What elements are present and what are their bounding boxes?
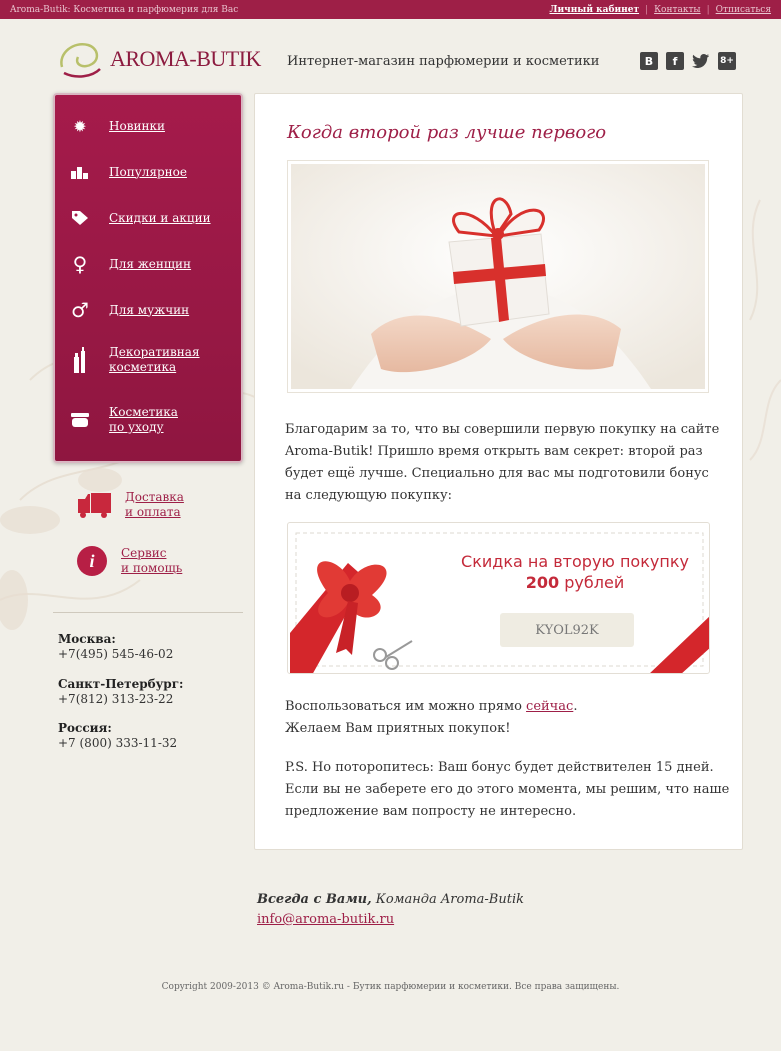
- use-now-link[interactable]: сейчас: [526, 699, 573, 714]
- hero-image: [287, 160, 709, 393]
- popular-icon: [69, 161, 91, 183]
- sidebar-item-label: Популярное: [109, 164, 187, 179]
- sidebar-item-decorative[interactable]: Декоративная косметика: [55, 345, 241, 375]
- unsubscribe-link[interactable]: Отписаться: [716, 5, 771, 15]
- wish-text: Желаем Вам приятных покупок!: [285, 721, 511, 736]
- phone-number: +7 (800) 333-11-32: [58, 736, 178, 750]
- sidebar-item-women[interactable]: ♀ Для женщин: [55, 252, 241, 276]
- phone-number: +7(812) 313-23-22: [58, 692, 174, 706]
- contacts-link[interactable]: Контакты: [654, 5, 701, 15]
- separator: |: [645, 4, 649, 15]
- gift-hands-image: [291, 164, 705, 389]
- email-link[interactable]: info@aroma-butik.ru: [257, 912, 394, 927]
- coupon-code[interactable]: KYOL92K: [500, 613, 634, 647]
- contact-moscow: Москва: +7(495) 545-46-02: [58, 632, 173, 662]
- top-tagline: Aroma-Butik: Косметика и парфюмерия для …: [10, 4, 239, 15]
- sidebar-item-care[interactable]: Косметика по уходу: [55, 405, 241, 435]
- city-label: Санкт-Петербург:: [58, 677, 184, 691]
- contact-russia: Россия: +7 (800) 333-11-32: [58, 721, 177, 751]
- top-bar: Aroma-Butik: Косметика и парфюмерия для …: [0, 0, 781, 19]
- page-title: Когда второй раз лучше первого: [287, 122, 607, 143]
- header-tagline: Интернет-магазин парфюмерии и косметики: [287, 54, 600, 69]
- content-card: Когда второй раз лучше первого Благодари…: [254, 93, 743, 850]
- sidebar-item-popular[interactable]: Популярное: [55, 161, 241, 183]
- facebook-icon[interactable]: f: [666, 52, 684, 70]
- cosmetics-icon: [69, 347, 91, 373]
- sidebar-item-label: Новинки: [109, 118, 165, 133]
- sidebar-menu: ✹ Новинки Популярное Скидки и акции ♀ Дл…: [53, 93, 243, 463]
- social-links: B f 8+: [640, 52, 736, 70]
- city-label: Москва:: [58, 632, 116, 646]
- service-label: Сервис и помощь: [121, 546, 183, 575]
- delivery-label: Доставка и оплата: [125, 490, 184, 519]
- male-icon: ♂: [71, 298, 89, 322]
- sidebar-item-label: Декоративная косметика: [109, 345, 200, 374]
- signature-bold: Всегда с Вами,: [257, 892, 372, 907]
- copyright: Copyright 2009-2013 © Aroma-Butik.ru - Б…: [161, 982, 620, 992]
- divider: [53, 612, 243, 613]
- sidebar-item-label: Косметика по уходу: [109, 405, 178, 434]
- twitter-icon[interactable]: [692, 52, 710, 70]
- signature-team: Команда Aroma-Butik: [371, 892, 524, 907]
- coupon-card: Скидка на вторую покупку 200 рублей KYOL…: [287, 522, 710, 674]
- coupon-currency: рублей: [559, 573, 625, 592]
- sidebar-item-label: Для женщин: [109, 256, 192, 271]
- tag-icon: [69, 207, 91, 229]
- coupon-amount-value: 200: [525, 573, 560, 592]
- city-label: Россия:: [58, 721, 112, 735]
- logo[interactable]: AROMA-BUTIK: [56, 37, 261, 81]
- separator: |: [706, 4, 710, 15]
- sidebar-item-label: Для мужчин: [109, 302, 190, 317]
- personal-cabinet-link[interactable]: Личный кабинет: [550, 5, 640, 15]
- use-prefix: Воспользоваться им можно прямо: [285, 699, 527, 714]
- logo-text: AROMA-BUTIK: [110, 46, 261, 71]
- vk-icon[interactable]: B: [640, 52, 658, 70]
- new-icon: ✹: [73, 116, 87, 136]
- sidebar-item-sales[interactable]: Скидки и акции: [55, 207, 241, 229]
- signature: Всегда с Вами, Команда Aroma-Butik info@…: [257, 890, 524, 930]
- contact-spb: Санкт-Петербург: +7(812) 313-23-22: [58, 677, 183, 707]
- sidebar-item-men[interactable]: ♂ Для мужчин: [55, 298, 241, 322]
- use-suffix: .: [573, 699, 578, 714]
- truck-icon: [78, 493, 111, 518]
- sidebar-item-new[interactable]: ✹ Новинки: [55, 115, 241, 137]
- intro-text: Благодарим за то, что вы совершили перву…: [285, 422, 720, 503]
- delivery-link[interactable]: Доставка и оплата: [76, 490, 184, 520]
- logo-icon: [60, 42, 101, 78]
- coupon-title: Скидка на вторую покупку: [461, 552, 689, 571]
- ribbon-bow-graphic: [290, 532, 709, 673]
- phone-number: +7(495) 545-46-02: [58, 647, 174, 661]
- service-link[interactable]: i Сервис и помощь: [76, 545, 182, 577]
- google-plus-icon[interactable]: 8+: [718, 52, 736, 70]
- sidebar-item-label: Скидки и акции: [109, 210, 211, 225]
- ps-text: P.S. Но поторопитесь: Ваш бонус будет де…: [285, 760, 730, 819]
- cream-icon: [69, 409, 91, 431]
- info-icon: i: [77, 546, 107, 576]
- coupon-amount: 200 рублей: [456, 573, 694, 592]
- svg-text:i: i: [89, 551, 94, 571]
- header: AROMA-BUTIK Интернет-магазин парфюмерии …: [0, 19, 781, 94]
- female-icon: ♀: [72, 252, 88, 276]
- use-text: Воспользоваться им можно прямо сейчас. Ж…: [285, 696, 577, 740]
